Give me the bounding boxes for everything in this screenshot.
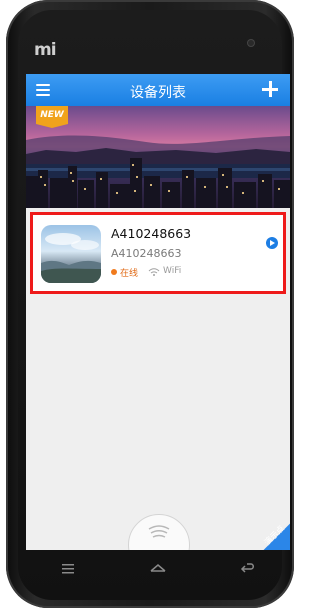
city-night-banner[interactable]: NEW [26,106,290,208]
wifi-icon [148,268,160,276]
wave-icon [148,525,170,538]
device-name: A410248663 [111,226,192,241]
online-status-icon [111,269,117,275]
back-icon[interactable] [238,558,258,578]
home-icon[interactable] [148,558,168,578]
page-title: 设备列表 [130,85,186,101]
app-screen: 设备列表 NEW A410248663 A410248663 在线 WiFi 演… [26,74,290,550]
connection-type: WiFi [163,266,182,276]
device-list-item[interactable]: A410248663 A410248663 在线 WiFi [30,212,286,294]
front-camera [247,39,255,47]
new-badge: NEW [36,106,68,128]
brand-logo: mi [34,40,57,60]
system-nav-bar [26,552,290,582]
play-icon[interactable] [266,237,278,249]
device-id: A410248663 [111,247,182,260]
landscape-thumbnail-image [41,233,101,283]
scan-button[interactable] [128,514,190,550]
plus-icon[interactable] [261,80,279,98]
title-bar: 设备列表 [26,74,290,106]
device-thumbnail [41,225,101,283]
menu-icon[interactable] [58,558,78,578]
device-status: 在线 [120,269,139,279]
